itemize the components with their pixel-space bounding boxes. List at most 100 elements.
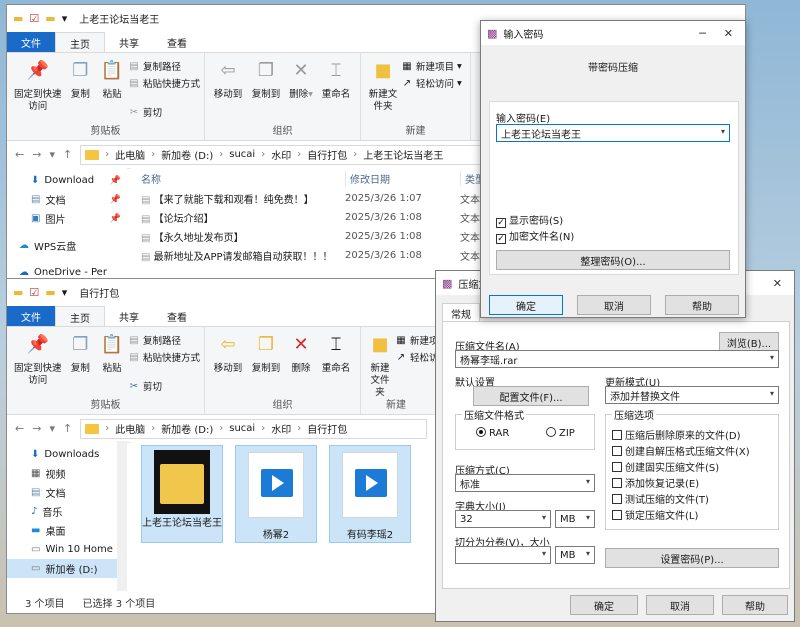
set-password-button[interactable]: 设置密码(P)... [605, 548, 779, 568]
breadcrumb-item[interactable]: 此电脑 [115, 147, 145, 162]
option-recovery[interactable]: 添加恢复记录(E) [612, 475, 699, 490]
split-volume-input[interactable]: ▾ [455, 546, 551, 564]
copy-button[interactable]: ❐ 复制 [67, 57, 95, 101]
nav-item-videos[interactable]: ▦ 视频 [7, 464, 127, 483]
nav-item-music[interactable]: ♪ 音乐 [7, 502, 127, 521]
paste-button[interactable]: 📋 粘贴 [98, 331, 126, 375]
copy-path-button[interactable]: ▤ 复制路径 [128, 59, 200, 74]
recent-chevron-icon[interactable]: ▾ [49, 422, 55, 435]
tab-file[interactable]: 文件 [7, 32, 55, 52]
ok-button[interactable]: 确定 [489, 295, 563, 315]
format-rar-radio[interactable]: RAR [476, 427, 509, 439]
pin-quick-access-button[interactable]: 📌 固定到快速访问 [13, 331, 63, 387]
video-item[interactable]: 有码李瑶2 [329, 445, 411, 543]
help-button[interactable]: 帮助 [722, 595, 788, 615]
breadcrumb-item[interactable]: 自行打包 [307, 421, 347, 436]
nav-item-download[interactable]: ⬇ Download 📌 [7, 171, 127, 190]
nav-item-d-drive[interactable]: ▭ 新加卷 (D:) [7, 559, 127, 578]
forward-arrow-icon[interactable]: → [32, 148, 41, 161]
move-to-button[interactable]: ⇦ 移动到 [211, 331, 245, 375]
folder-icon[interactable]: ▬ [45, 12, 55, 25]
up-arrow-icon[interactable]: ↑ [63, 422, 72, 435]
breadcrumb-item[interactable]: 水印 [271, 421, 291, 436]
folder-icon[interactable]: ▬ [45, 286, 55, 299]
option-lock[interactable]: 锁定压缩文件(L) [612, 507, 698, 522]
tab-home[interactable]: 主页 [55, 306, 105, 326]
organize-passwords-button[interactable]: 整理密码(O)... [496, 250, 730, 270]
cancel-button[interactable]: 取消 [577, 295, 651, 315]
rename-button[interactable]: ⌶ 重命名 [319, 57, 353, 101]
new-item-button[interactable]: ▦新建项目 [395, 333, 435, 348]
delete-button[interactable]: ✕ 删除 [287, 331, 315, 375]
nav-item-wps-cloud[interactable]: ☁ WPS云盘 [7, 236, 127, 255]
option-solid[interactable]: 创建固实压缩文件(S) [612, 459, 719, 474]
breadcrumb-item[interactable]: sucai [229, 149, 255, 160]
copy-to-button[interactable]: ❐ 复制到 [249, 331, 283, 375]
nav-item-pictures[interactable]: ▣ 图片 📌 [7, 209, 127, 228]
rename-button[interactable]: ⌶ 重命名 [319, 331, 353, 375]
minimize-icon[interactable]: ─ [699, 27, 706, 40]
tab-file[interactable]: 文件 [7, 306, 55, 326]
copy-button[interactable]: ❐ 复制 [67, 331, 95, 375]
cut-button[interactable]: ✂ 剪切 [128, 379, 200, 394]
breadcrumb-item[interactable]: 水印 [271, 147, 291, 162]
new-folder-button[interactable]: ■ 新建文件夹 [367, 57, 399, 113]
properties-icon[interactable]: ☑ [29, 12, 39, 25]
forward-arrow-icon[interactable]: → [32, 422, 41, 435]
nav-item-documents[interactable]: ▤ 文档 [7, 483, 127, 502]
close-icon[interactable]: ✕ [773, 277, 782, 290]
breadcrumb-item[interactable]: 此电脑 [115, 421, 145, 436]
option-sfx[interactable]: 创建自解压格式压缩文件(X) [612, 443, 750, 458]
breadcrumb-item[interactable]: 自行打包 [307, 147, 347, 162]
chevron-down-icon[interactable]: ▾ [62, 286, 68, 299]
column-header-name[interactable]: 名称 [131, 171, 345, 186]
properties-icon[interactable]: ☑ [29, 286, 39, 299]
copy-to-button[interactable]: ❐ 复制到 [249, 57, 283, 101]
nav-item-desktop[interactable]: ▬ 桌面 [7, 521, 127, 540]
nav-scrollbar[interactable] [117, 441, 127, 591]
titlebar[interactable]: ▬ ☑ ▬ ▾ 自行打包 [7, 279, 435, 305]
option-test[interactable]: 测试压缩的文件(T) [612, 491, 709, 506]
cut-button[interactable]: ✂ 剪切 [128, 105, 200, 120]
browse-button[interactable]: 浏览(B)... [719, 332, 779, 352]
profiles-button[interactable]: 配置文件(F)... [473, 386, 589, 406]
help-button[interactable]: 帮助 [665, 295, 739, 315]
compression-method-select[interactable]: 标准 ▾ [455, 474, 595, 492]
tab-view[interactable]: 查看 [153, 306, 201, 326]
easy-access-button[interactable]: ↗ 轻松访问 ▾ [401, 76, 462, 91]
back-arrow-icon[interactable]: ← [15, 422, 24, 435]
show-password-checkbox[interactable]: ✓ 显示密码(S) [496, 212, 563, 228]
tab-general[interactable]: 常规 [442, 303, 480, 323]
paste-shortcut-button[interactable]: ▤ 粘贴快捷方式 [128, 350, 200, 365]
tab-share[interactable]: 共享 [105, 306, 153, 326]
archive-name-input[interactable]: 杨幂李瑶.rar ▾ [455, 350, 779, 368]
close-icon[interactable]: ✕ [724, 27, 733, 40]
format-zip-radio[interactable]: ZIP [546, 427, 575, 439]
cancel-button[interactable]: 取消 [646, 595, 714, 615]
tab-share[interactable]: 共享 [105, 32, 153, 52]
breadcrumb-item[interactable]: 新加卷 (D:) [161, 147, 213, 162]
nav-item-downloads[interactable]: ⬇ Downloads [7, 445, 127, 464]
column-header-date[interactable]: 修改日期 [345, 170, 460, 186]
recent-chevron-icon[interactable]: ▾ [49, 148, 55, 161]
dictionary-unit-select[interactable]: MB ▾ [555, 510, 595, 528]
dialog-titlebar[interactable]: ▩ 输入密码 ─ ✕ [481, 21, 745, 45]
paste-button[interactable]: 📋 粘贴 [98, 57, 126, 101]
option-delete-after[interactable]: 压缩后删除原来的文件(D) [612, 427, 741, 442]
back-arrow-icon[interactable]: ← [15, 148, 24, 161]
paste-shortcut-button[interactable]: ▤ 粘贴快捷方式 [128, 76, 200, 91]
chevron-down-icon[interactable]: ▾ [62, 12, 68, 25]
breadcrumb-item[interactable]: 上老王论坛当老王 [363, 147, 443, 162]
breadcrumb-item[interactable]: 新加卷 (D:) [161, 421, 213, 436]
move-to-button[interactable]: ⇦ 移动到 [211, 57, 245, 101]
pin-quick-access-button[interactable]: 📌 固定到快速访问 [13, 57, 63, 113]
new-folder-button[interactable]: ■ 新建文件夹 [367, 331, 393, 399]
ok-button[interactable]: 确定 [570, 595, 638, 615]
dictionary-size-select[interactable]: 32 ▾ [455, 510, 551, 528]
split-unit-select[interactable]: MB ▾ [555, 546, 595, 564]
tab-view[interactable]: 查看 [153, 32, 201, 52]
update-mode-select[interactable]: 添加并替换文件 ▾ [605, 386, 779, 404]
breadcrumb[interactable]: › 此电脑 › 新加卷 (D:) › sucai › 水印 › 自行打包 [80, 418, 427, 439]
encrypt-filenames-checkbox[interactable]: ✓ 加密文件名(N) [496, 228, 574, 244]
copy-path-button[interactable]: ▤ 复制路径 [128, 333, 200, 348]
